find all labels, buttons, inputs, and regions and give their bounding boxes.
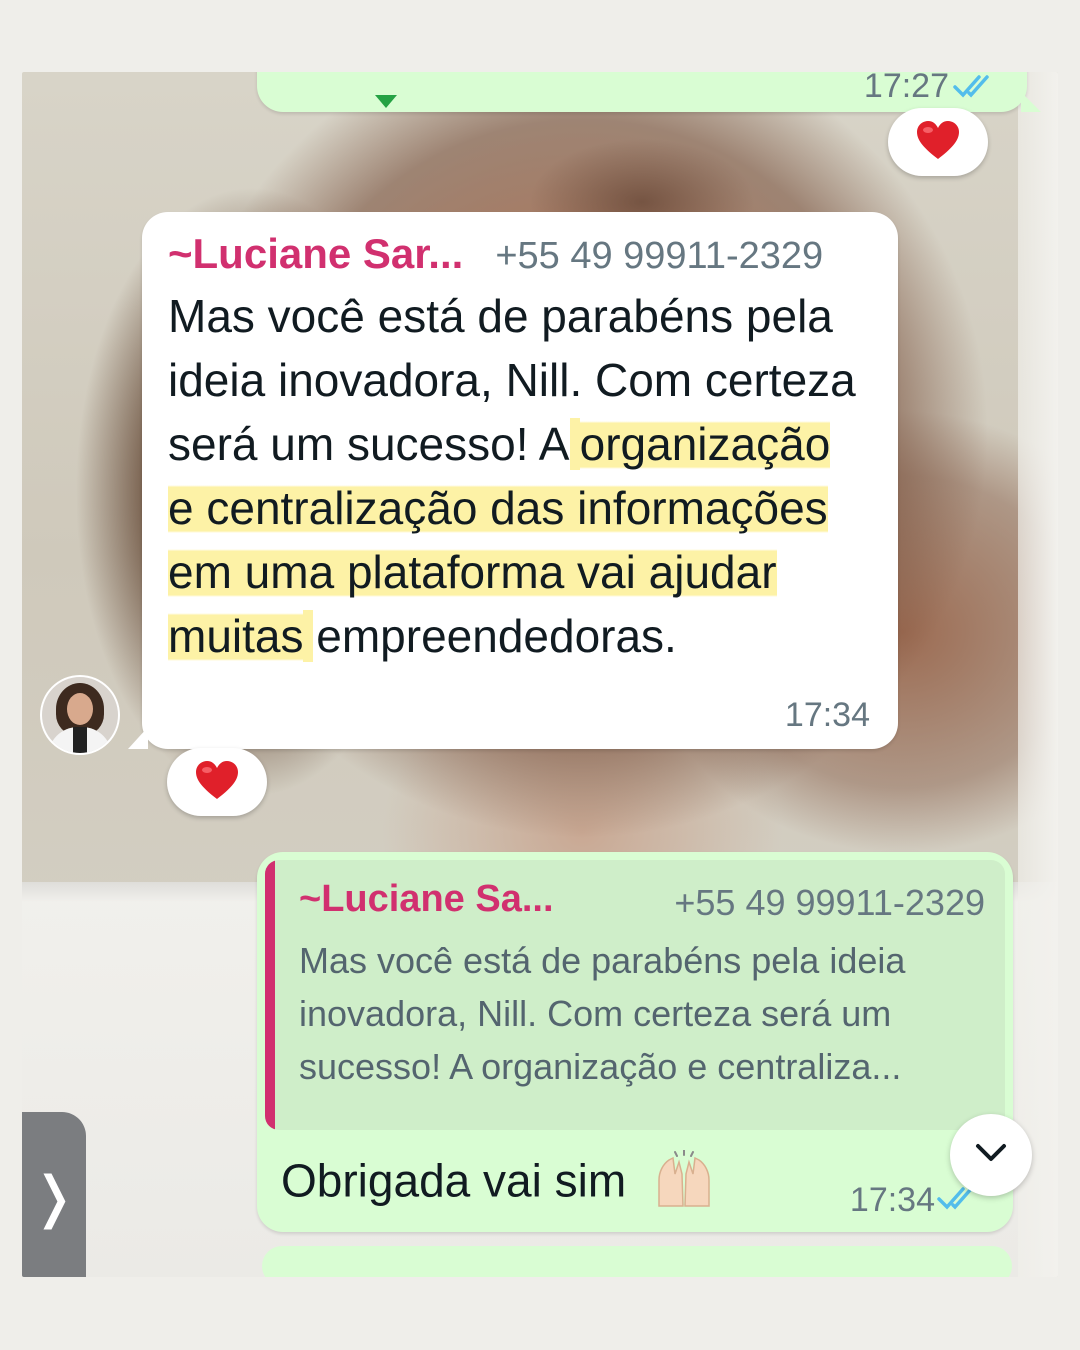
heart-reaction[interactable] (167, 748, 267, 816)
heart-reaction[interactable] (888, 108, 988, 176)
sender-phone[interactable]: +55 49 99911-2329 (495, 235, 823, 278)
heart-icon (194, 759, 240, 806)
next-message-partial (262, 1246, 1012, 1277)
reply-text: Obrigada vai sim (281, 1154, 627, 1207)
message-time: 17:34 (784, 696, 870, 734)
scroll-to-bottom-button[interactable] (950, 1114, 1032, 1196)
sender-avatar[interactable] (42, 677, 118, 753)
quoted-message[interactable]: ~Luciane Sa... +55 49 99911-2329 Mas voc… (265, 860, 1005, 1130)
message-text: Mas você está de parabéns pela ideia ino… (168, 284, 868, 668)
message-time: 17:27 (863, 72, 949, 105)
raising-hands-icon (653, 1149, 715, 1219)
chevron-down-icon (974, 1142, 1008, 1169)
outgoing-reply-message[interactable]: ~Luciane Sa... +55 49 99911-2329 Mas voc… (257, 852, 1013, 1232)
side-panel-tab[interactable]: ❭ (22, 1112, 86, 1277)
wallpaper-edge (1018, 72, 1058, 1277)
green-indicator-icon (375, 95, 397, 108)
outgoing-message-partial[interactable]: 17:27 (257, 72, 1041, 112)
reply-text-row: Obrigada vai sim (281, 1149, 715, 1219)
message-time: 17:34 (849, 1181, 935, 1219)
incoming-message[interactable]: ~Luciane Sar... +55 49 99911-2329 Mas vo… (128, 212, 898, 749)
quoted-sender-phone: +55 49 99911-2329 (674, 882, 985, 923)
quoted-text: Mas você está de parabéns pela ideia ino… (299, 940, 906, 1087)
quoted-sender-name: ~Luciane Sa... (299, 878, 554, 920)
bubble-tail (128, 727, 148, 749)
heart-icon (915, 119, 961, 166)
sender-name[interactable]: ~Luciane Sar... (168, 230, 463, 278)
quote-bar (265, 860, 275, 1130)
chevron-right-icon: ❭ (30, 1165, 78, 1228)
sender-header: ~Luciane Sar... +55 49 99911-2329 (168, 230, 888, 278)
bubble-tail (1021, 92, 1041, 112)
read-receipt-icon (953, 73, 997, 104)
message-text-tail: empreendedoras. (316, 610, 677, 662)
chat-screenshot-frame: 17:27 ~Luciane Sar... +55 49 99911-2329 … (22, 72, 1058, 1277)
